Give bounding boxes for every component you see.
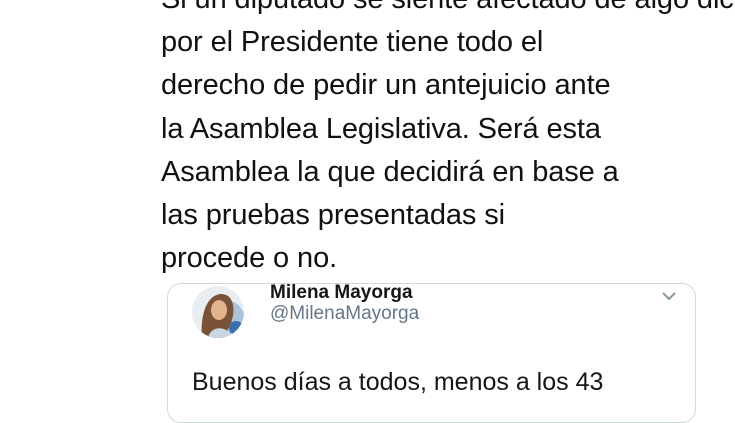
tweet-text-line: por el Presidente tiene todo el bbox=[161, 26, 544, 59]
quoted-author-handle[interactable]: @MilenaMayorga bbox=[270, 303, 419, 325]
chevron-down-icon[interactable] bbox=[661, 290, 677, 302]
tweet-text-line: Asamblea la que decidirá en base a bbox=[161, 155, 619, 188]
tweet-text-line: las pruebas presentadas si bbox=[161, 199, 505, 232]
tweet-text-line: derecho de pedir un antejuicio ante bbox=[161, 69, 611, 102]
tweet-text-line: la Asamblea Legislativa. Será esta bbox=[161, 112, 601, 145]
quoted-author-name[interactable]: Milena Mayorga bbox=[270, 282, 413, 304]
avatar[interactable] bbox=[192, 286, 244, 338]
tweet-text: Si un diputado se siente afectado de alg… bbox=[161, 0, 735, 280]
tweet-text-line: Si un diputado se siente afectado de alg… bbox=[161, 0, 735, 21]
quoted-tweet-card[interactable]: Milena Mayorga @MilenaMayorga Buenos día… bbox=[167, 282, 696, 423]
quoted-tweet-text: Buenos días a todos, menos a los 43 bbox=[192, 368, 604, 396]
profile-photo-icon bbox=[192, 286, 244, 338]
tweet-text-line: procede o no. bbox=[161, 242, 338, 275]
